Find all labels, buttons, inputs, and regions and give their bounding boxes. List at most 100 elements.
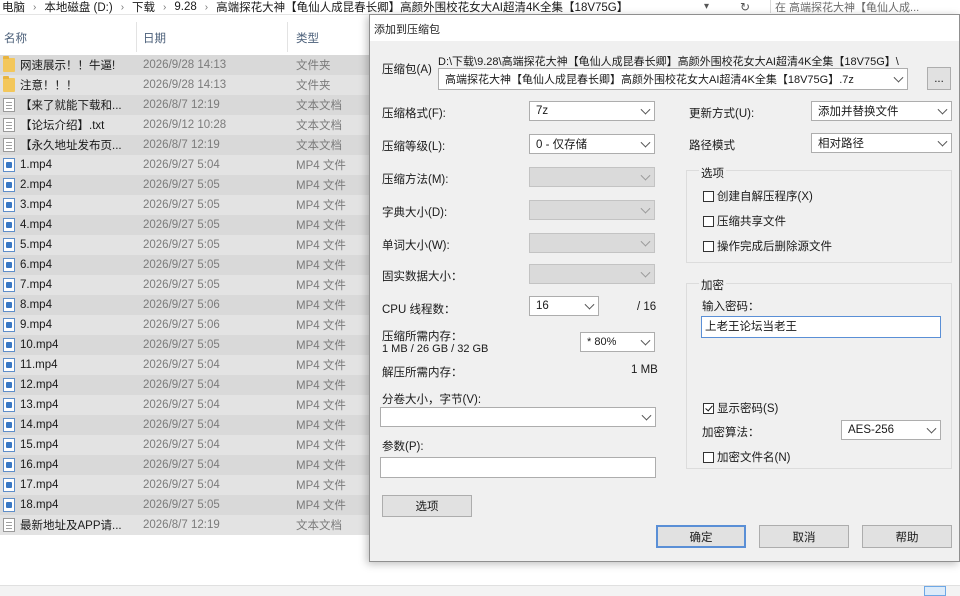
delete-after-option[interactable]: 操作完成后删除源文件 bbox=[703, 238, 832, 254]
path-mode-select[interactable]: 相对路径 bbox=[811, 133, 952, 153]
file-name: 【论坛介绍】.txt bbox=[20, 120, 105, 132]
file-type: MP4 文件 bbox=[296, 160, 346, 172]
video-file-icon bbox=[3, 418, 15, 432]
checkbox-checked-icon[interactable] bbox=[703, 402, 714, 414]
file-date: 2026/8/7 12:19 bbox=[143, 99, 220, 111]
checkbox-icon[interactable] bbox=[703, 240, 714, 252]
word-size-label: 单词大小(W): bbox=[382, 240, 450, 252]
mem-percent-select[interactable]: * 80% bbox=[580, 332, 655, 352]
file-name: 网速展示！！牛逼! bbox=[20, 60, 116, 72]
cancel-button[interactable]: 取消 bbox=[759, 525, 849, 548]
params-input[interactable] bbox=[380, 457, 656, 478]
column-header-type[interactable]: 类型 bbox=[296, 30, 319, 46]
file-date: 2026/9/27 5:04 bbox=[143, 359, 220, 371]
file-row[interactable]: 8.mp4 2026/9/27 5:06 MP4 文件 bbox=[0, 295, 380, 315]
help-button[interactable]: 帮助 bbox=[862, 525, 952, 548]
file-row[interactable]: 【来了就能下载和... 2026/8/7 12:19 文本文档 bbox=[0, 95, 380, 115]
search-input[interactable]: 在 高端探花大神【龟仙人成... bbox=[770, 0, 960, 13]
file-row[interactable]: 网速展示！！牛逼! 2026/9/28 14:13 文件夹 bbox=[0, 55, 380, 75]
file-date: 2026/9/28 14:13 bbox=[143, 59, 227, 71]
encryption-method-select[interactable]: AES-256 bbox=[841, 420, 941, 440]
mem-percent-value: * 80% bbox=[587, 336, 617, 348]
file-row[interactable]: 5.mp4 2026/9/27 5:05 MP4 文件 bbox=[0, 235, 380, 255]
level-select[interactable]: 0 - 仅存储 bbox=[529, 134, 655, 154]
file-name: 最新地址及APP请... bbox=[20, 520, 122, 532]
file-date: 2026/9/27 5:05 bbox=[143, 259, 220, 271]
file-row[interactable]: 10.mp4 2026/9/27 5:05 MP4 文件 bbox=[0, 335, 380, 355]
column-divider[interactable] bbox=[136, 22, 137, 52]
chevron-down-icon bbox=[640, 170, 651, 181]
dialog-title: 添加到压缩包 bbox=[374, 24, 440, 36]
refresh-icon[interactable]: ↻ bbox=[740, 0, 750, 14]
column-header-date[interactable]: 日期 bbox=[143, 30, 166, 46]
options-button[interactable]: 选项 bbox=[382, 495, 472, 517]
breadcrumb-item[interactable]: 本地磁盘 (D:) bbox=[44, 0, 112, 15]
file-row[interactable]: 18.mp4 2026/9/27 5:05 MP4 文件 bbox=[0, 495, 380, 515]
encrypt-filenames-label: 加密文件名(N) bbox=[717, 452, 791, 464]
encrypt-filenames-option[interactable]: 加密文件名(N) bbox=[703, 449, 790, 465]
file-date: 2026/9/27 5:04 bbox=[143, 459, 220, 471]
dict-size-label: 字典大小(D): bbox=[382, 207, 448, 219]
file-row[interactable]: 17.mp4 2026/9/27 5:04 MP4 文件 bbox=[0, 475, 380, 495]
dialog-title-bar[interactable]: 添加到压缩包 bbox=[370, 15, 959, 41]
file-row[interactable]: 最新地址及APP请... 2026/8/7 12:19 文本文档 bbox=[0, 515, 380, 535]
breadcrumb-item[interactable]: 电脑 bbox=[2, 0, 25, 15]
file-name: 3.mp4 bbox=[20, 199, 52, 211]
cpu-threads-select[interactable]: 16 bbox=[529, 296, 599, 316]
file-row[interactable]: 6.mp4 2026/9/27 5:05 MP4 文件 bbox=[0, 255, 380, 275]
file-row[interactable]: 12.mp4 2026/9/27 5:04 MP4 文件 bbox=[0, 375, 380, 395]
breadcrumb-item[interactable]: 9.28 bbox=[174, 1, 196, 13]
file-row[interactable]: 2.mp4 2026/9/27 5:05 MP4 文件 bbox=[0, 175, 380, 195]
file-date: 2026/9/28 14:13 bbox=[143, 79, 227, 91]
file-row[interactable]: 15.mp4 2026/9/27 5:04 MP4 文件 bbox=[0, 435, 380, 455]
file-row[interactable]: 1.mp4 2026/9/27 5:04 MP4 文件 bbox=[0, 155, 380, 175]
video-file-icon bbox=[3, 378, 15, 392]
file-row[interactable]: 3.mp4 2026/9/27 5:05 MP4 文件 bbox=[0, 195, 380, 215]
file-row[interactable]: 16.mp4 2026/9/27 5:04 MP4 文件 bbox=[0, 455, 380, 475]
file-row[interactable]: 【永久地址发布页... 2026/8/7 12:19 文本文档 bbox=[0, 135, 380, 155]
ok-button-label: 确定 bbox=[689, 531, 713, 544]
checkbox-icon[interactable] bbox=[703, 451, 714, 463]
video-file-icon bbox=[3, 218, 15, 232]
file-row[interactable]: 9.mp4 2026/9/27 5:06 MP4 文件 bbox=[0, 315, 380, 335]
file-type: MP4 文件 bbox=[296, 200, 346, 212]
file-name: 15.mp4 bbox=[20, 439, 59, 451]
file-row[interactable]: 注意！！！ 2026/9/28 14:13 文件夹 bbox=[0, 75, 380, 95]
column-divider[interactable] bbox=[287, 22, 288, 52]
mem-decompress-value: 1 MB bbox=[631, 364, 658, 376]
show-password-option[interactable]: 显示密码(S) bbox=[703, 400, 778, 416]
column-header-name[interactable]: 名称 bbox=[4, 30, 27, 46]
address-bar[interactable]: 电脑 › 本地磁盘 (D:) › 下载 › 9.28 › 高端探花大神【龟仙人成… bbox=[0, 0, 960, 15]
checkbox-icon[interactable] bbox=[703, 215, 714, 227]
file-row[interactable]: 7.mp4 2026/9/27 5:05 MP4 文件 bbox=[0, 275, 380, 295]
word-size-select bbox=[529, 233, 655, 253]
breadcrumb-item[interactable]: 高端探花大神【龟仙人成昆春长卿】高颜外围校花女大AI超清4K全集【18V75G】 bbox=[216, 0, 628, 15]
ok-button[interactable]: 确定 bbox=[656, 525, 746, 548]
split-size-combo[interactable] bbox=[380, 407, 656, 427]
chevron-down-icon bbox=[640, 236, 651, 247]
shared-files-option[interactable]: 压缩共享文件 bbox=[703, 213, 786, 229]
archive-name-combo[interactable]: 高端探花大神【龟仙人成昆春长卿】高颜外围校花女大AI超清4K全集【18V75G】… bbox=[438, 68, 908, 90]
file-row[interactable]: 11.mp4 2026/9/27 5:04 MP4 文件 bbox=[0, 355, 380, 375]
checkbox-icon[interactable] bbox=[703, 190, 714, 202]
file-date: 2026/8/7 12:19 bbox=[143, 519, 220, 531]
chevron-down-icon[interactable]: ▾ bbox=[704, 1, 709, 12]
file-row[interactable]: 4.mp4 2026/9/27 5:05 MP4 文件 bbox=[0, 215, 380, 235]
status-bar bbox=[0, 585, 960, 596]
file-name: 【永久地址发布页... bbox=[20, 140, 122, 152]
browse-button[interactable]: ... bbox=[927, 67, 951, 90]
file-date: 2026/9/27 5:05 bbox=[143, 339, 220, 351]
video-file-icon bbox=[3, 318, 15, 332]
file-row[interactable]: 13.mp4 2026/9/27 5:04 MP4 文件 bbox=[0, 395, 380, 415]
text-file-icon bbox=[3, 118, 15, 132]
solid-size-label: 固实数据大小： bbox=[382, 271, 463, 283]
sfx-option[interactable]: 创建自解压程序(X) bbox=[703, 188, 813, 204]
format-value: 7z bbox=[536, 105, 549, 117]
breadcrumb-item[interactable]: 下载 bbox=[132, 0, 155, 15]
format-select[interactable]: 7z bbox=[529, 101, 655, 121]
file-row[interactable]: 14.mp4 2026/9/27 5:04 MP4 文件 bbox=[0, 415, 380, 435]
text-file-icon bbox=[3, 518, 15, 532]
password-input[interactable]: 上老王论坛当老王 bbox=[701, 316, 941, 338]
update-mode-select[interactable]: 添加并替换文件 bbox=[811, 101, 952, 121]
file-row[interactable]: 【论坛介绍】.txt 2026/9/12 10:28 文本文档 bbox=[0, 115, 380, 135]
